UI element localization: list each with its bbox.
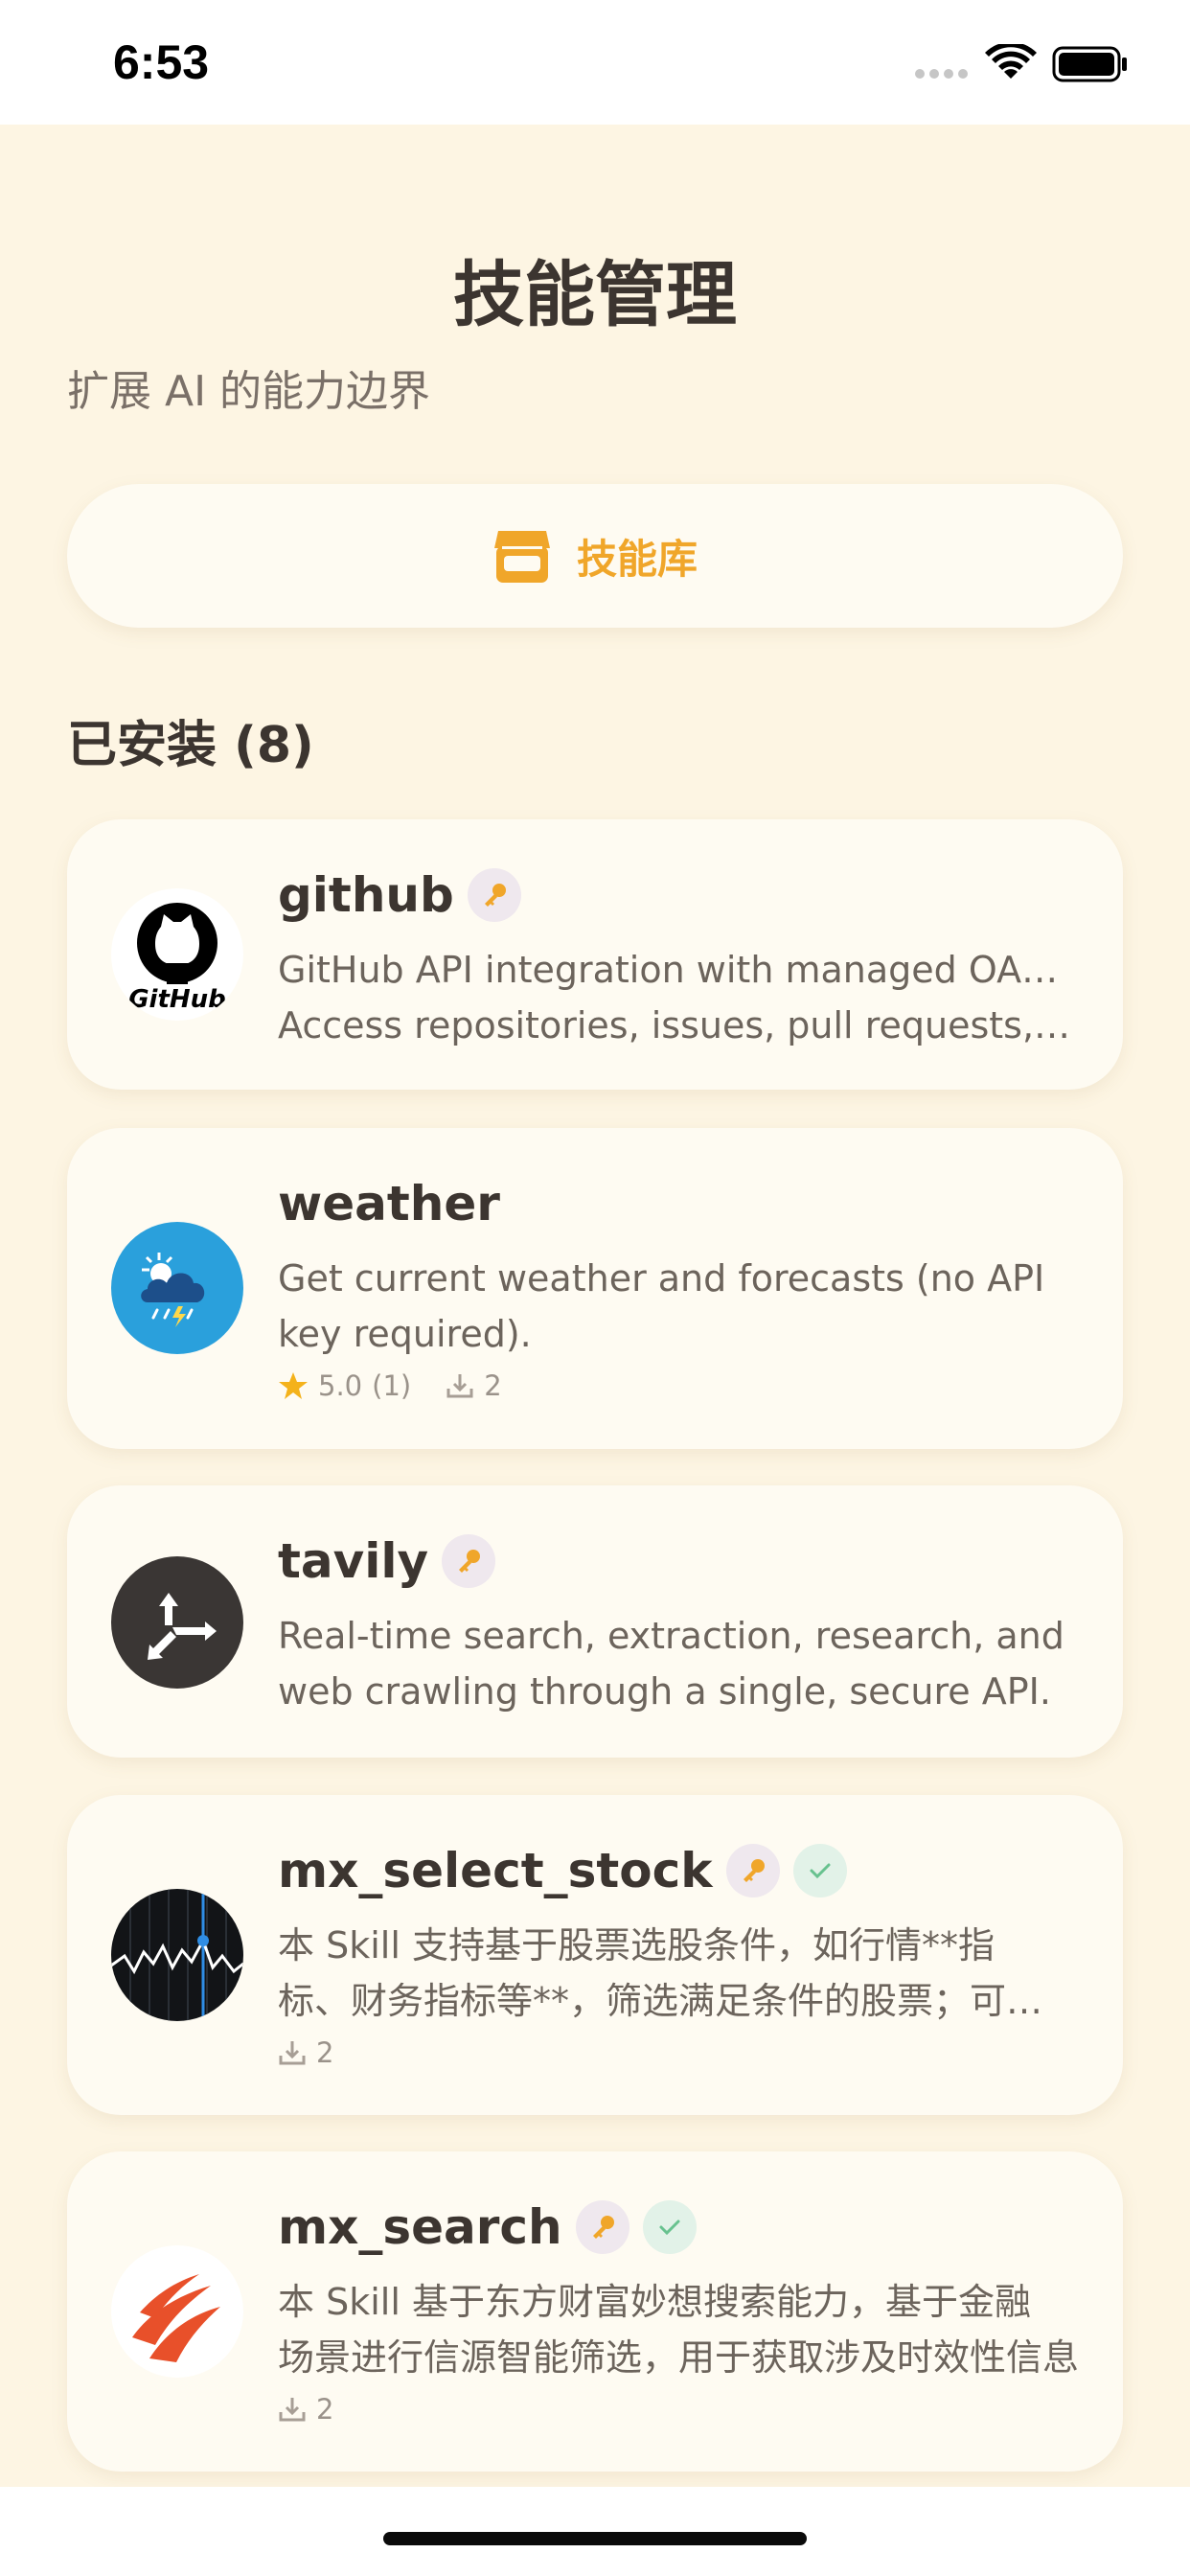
eastmoney-logo-icon bbox=[111, 2245, 243, 2378]
download-icon bbox=[279, 2398, 306, 2422]
skill-description-line: key required). bbox=[278, 1313, 532, 1355]
skill-description-line: GitHub API integration with managed OAut… bbox=[278, 949, 1079, 991]
status-time: 6:53 bbox=[113, 35, 210, 89]
rating-value: 5.0 bbox=[318, 1369, 363, 1402]
skill-name: mx_select_stock bbox=[278, 1843, 713, 1898]
home-indicator[interactable] bbox=[383, 2532, 807, 2545]
download-icon bbox=[279, 2041, 306, 2065]
tavily-logo-icon bbox=[111, 1556, 243, 1689]
svg-text:GitHub: GitHub bbox=[128, 985, 226, 1014]
key-badge bbox=[575, 2200, 629, 2254]
skill-description-line: Access repositories, issues, pull reques… bbox=[278, 1004, 1079, 1046]
key-icon bbox=[459, 1550, 481, 1573]
download-icon bbox=[446, 1374, 473, 1398]
download-count: 2 bbox=[316, 2036, 334, 2069]
cellular-signal-icon bbox=[915, 69, 968, 79]
rating-count: (1) bbox=[372, 1369, 412, 1402]
skill-description-line: Get current weather and forecasts (no AP… bbox=[278, 1257, 1045, 1300]
skill-card-mx-select-stock[interactable]: mx_select_stock 本 Skill 支持基于股票选股条件，如行情**… bbox=[67, 1795, 1123, 2115]
skill-card-tavily[interactable]: tavily Real-time search, extraction, res… bbox=[67, 1485, 1123, 1758]
skill-name: weather bbox=[278, 1176, 500, 1231]
skill-card-weather[interactable]: weather Get current weather and forecast… bbox=[67, 1128, 1123, 1449]
check-icon bbox=[810, 1863, 831, 1879]
key-badge bbox=[725, 1844, 780, 1898]
verified-badge bbox=[792, 1844, 847, 1898]
stock-chart-icon bbox=[111, 1889, 243, 2021]
github-logo-icon: GitHub bbox=[111, 888, 243, 1021]
key-badge bbox=[442, 1534, 496, 1588]
skill-card-mx-search[interactable]: mx_search 本 Skill 基于东方财富妙想搜索能力，基于金融 场景进行… bbox=[67, 2151, 1123, 2472]
key-badge bbox=[467, 868, 521, 922]
skill-description-line: 场景进行信源智能筛选，用于获取涉及时效性信息 bbox=[278, 2336, 1079, 2379]
skill-description-line: Real-time search, extraction, research, … bbox=[278, 1615, 1064, 1657]
check-icon bbox=[659, 2220, 680, 2236]
page-subtitle: 扩展 AI 的能力边界 bbox=[67, 367, 431, 416]
key-icon bbox=[743, 1859, 765, 1882]
skill-description-line: 标、财务指标等**，筛选满足条件的股票；可根据条件选股 bbox=[278, 1980, 1079, 2022]
download-count: 2 bbox=[316, 2393, 334, 2426]
skill-name: tavily bbox=[278, 1533, 429, 1589]
download-count: 2 bbox=[484, 1369, 502, 1402]
skill-name: github bbox=[278, 867, 454, 923]
skill-card-github[interactable]: GitHub github GitHub API integration wit… bbox=[67, 819, 1123, 1090]
weather-cloud-icon bbox=[111, 1222, 243, 1354]
wifi-icon bbox=[985, 44, 1037, 79]
store-icon bbox=[493, 531, 550, 583]
key-icon bbox=[592, 2216, 614, 2239]
battery-icon bbox=[1052, 46, 1127, 82]
installed-heading: 已安装 (8) bbox=[67, 717, 314, 774]
star-icon bbox=[279, 1372, 308, 1399]
verified-badge bbox=[642, 2200, 697, 2254]
page-title: 技能管理 bbox=[453, 254, 737, 336]
skill-description-line: web crawling through a single, secure AP… bbox=[278, 1670, 1051, 1713]
skill-description-line: 本 Skill 支持基于股票选股条件，如行情**指 bbox=[278, 1924, 995, 1966]
skill-library-button[interactable]: 技能库 bbox=[67, 484, 1123, 628]
skill-name: mx_search bbox=[278, 2199, 562, 2255]
key-icon bbox=[484, 884, 506, 907]
skill-library-label: 技能库 bbox=[576, 535, 698, 583]
status-bar: 6:53 bbox=[0, 0, 1190, 125]
skill-description-line: 本 Skill 基于东方财富妙想搜索能力，基于金融 bbox=[278, 2281, 1031, 2323]
